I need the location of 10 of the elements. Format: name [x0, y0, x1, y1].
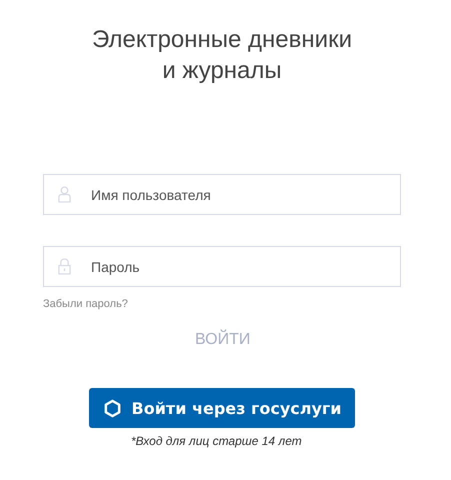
gosuslugi-login-button[interactable]: Войти через госуслуги: [89, 388, 355, 428]
input-field[interactable]: Имя пользователя: [43, 174, 401, 215]
lock-icon: [58, 258, 71, 275]
page-title-line: Электронные дневники: [92, 25, 352, 55]
forgot-password-link[interactable]: Забыли пароль?: [43, 298, 128, 310]
user-icon: [58, 186, 71, 203]
page-title-line: и журналы: [162, 56, 282, 86]
age-note: *Вход для лиц старше 14 лет: [131, 434, 302, 448]
input-field[interactable]: Пароль: [43, 246, 401, 287]
hexagon-icon: [102, 398, 122, 418]
